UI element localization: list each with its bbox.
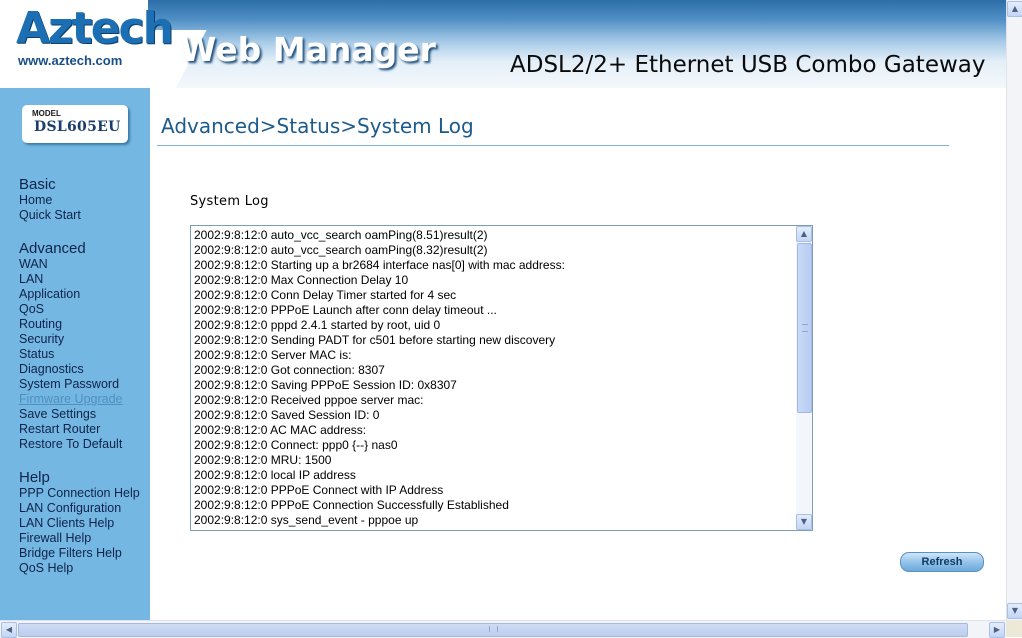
- model-badge: MODEL DSL605EU: [22, 105, 128, 143]
- sidebar-item-security[interactable]: Security: [19, 332, 123, 347]
- log-scrollbar[interactable]: ▲ ▼: [796, 226, 812, 530]
- arrow-left-icon[interactable]: ◀: [1, 622, 17, 638]
- log-line: 2002:9:8:12:0 auto_vcc_search oamPing(8.…: [194, 243, 488, 257]
- sidebar-item-status[interactable]: Status: [19, 347, 123, 362]
- log-line: 2002:9:8:12:0 PPPoE Launch after conn de…: [194, 303, 497, 317]
- logo: Aztech www.aztech.com: [0, 0, 174, 80]
- log-line: 2002:9:8:12:0 Max Connection Delay 10: [194, 273, 409, 287]
- log-lines: 2002:9:8:12:0 auto_vcc_search oamPing(8.…: [193, 228, 795, 528]
- brand-name: Aztech: [16, 3, 174, 54]
- nav-section-basic: Basic Home Quick Start: [19, 176, 81, 223]
- arrow-down-icon[interactable]: ▼: [1007, 603, 1022, 619]
- brand-url: www.aztech.com: [18, 53, 123, 68]
- log-line: 2002:9:8:12:0 Starting up a br2684 inter…: [194, 258, 565, 272]
- page-title: Advanced>Status>System Log: [161, 114, 474, 138]
- log-line: 2002:9:8:12:0 PPPoE Connection Successfu…: [194, 498, 509, 512]
- sidebar-item-quick-start[interactable]: Quick Start: [19, 208, 81, 223]
- sidebar-item-system-password[interactable]: System Password: [19, 377, 123, 392]
- arrow-up-icon[interactable]: ▲: [1007, 1, 1022, 17]
- sidebar: MODEL DSL605EU Basic Home Quick Start Ad…: [0, 88, 150, 620]
- sidebar-item-restore-to-default[interactable]: Restore To Default: [19, 437, 123, 452]
- system-log-textarea[interactable]: 2002:9:8:12:0 auto_vcc_search oamPing(8.…: [190, 225, 813, 531]
- log-line: 2002:9:8:12:0 AC MAC address:: [194, 423, 367, 437]
- log-line: 2002:9:8:12:0 Saving PPPoE Session ID: 0…: [194, 378, 457, 392]
- grip-icon: [489, 626, 498, 632]
- arrow-down-icon[interactable]: ▼: [796, 514, 812, 530]
- sidebar-item-restart-router[interactable]: Restart Router: [19, 422, 123, 437]
- log-line: 2002:9:8:12:0 auto_vcc_search oamPing(8.…: [194, 228, 488, 242]
- horizontal-scroll-thumb[interactable]: [18, 623, 968, 637]
- log-line: 2002:9:8:12:0 MRU: 1500: [194, 453, 332, 467]
- log-line: 2002:9:8:12:0 Server MAC is:: [194, 348, 352, 362]
- nav-section-help: Help PPP Connection Help LAN Configurati…: [19, 469, 140, 576]
- log-line: 2002:9:8:12:0 Saved Session ID: 0: [194, 408, 380, 422]
- sidebar-item-qos-help[interactable]: QoS Help: [19, 561, 140, 576]
- log-line: 2002:9:8:12:0 Got connection: 8307: [194, 363, 385, 377]
- sidebar-item-diagnostics[interactable]: Diagnostics: [19, 362, 123, 377]
- title-divider: [157, 145, 949, 146]
- nav-heading-help: Help: [19, 469, 50, 486]
- log-line: 2002:9:8:12:0 pppd 2.4.1 started by root…: [194, 318, 441, 332]
- log-line: 2002:9:8:12:0 Conn Delay Timer started f…: [194, 288, 457, 302]
- log-line: 2002:9:8:12:0 PPPoE Connect with IP Addr…: [194, 483, 444, 497]
- sidebar-item-bridge-filters-help[interactable]: Bridge Filters Help: [19, 546, 140, 561]
- arrow-up-icon[interactable]: ▲: [796, 226, 812, 242]
- refresh-button[interactable]: Refresh: [900, 552, 984, 572]
- sidebar-item-lan[interactable]: LAN: [19, 272, 123, 287]
- log-line: 2002:9:8:12:0 Sending PADT for c501 befo…: [194, 333, 556, 347]
- header-title: Web Manager: [180, 30, 436, 69]
- grip-icon: [802, 324, 808, 332]
- log-scroll-thumb[interactable]: [797, 243, 812, 413]
- header: Aztech www.aztech.com Web Manager ADSL2/…: [0, 0, 1006, 88]
- nav-heading-advanced: Advanced: [19, 240, 86, 257]
- log-line: 2002:9:8:12:0 local IP address: [194, 468, 356, 482]
- arrow-right-icon[interactable]: ▶: [989, 622, 1005, 638]
- log-line: 2002:9:8:12:0 sys_send_event - pppoe up: [194, 513, 419, 527]
- model-value: DSL605EU: [34, 119, 121, 135]
- sidebar-item-lan-clients-help[interactable]: LAN Clients Help: [19, 516, 140, 531]
- log-line: 2002:9:8:12:0 Received pppoe server mac:: [194, 393, 424, 407]
- window-horizontal-scrollbar[interactable]: ◀ ▶: [0, 620, 1006, 638]
- window-vertical-scrollbar[interactable]: ▲ ▼: [1006, 0, 1022, 620]
- model-label: MODEL: [32, 109, 61, 118]
- scrollbar-corner: [1006, 620, 1022, 637]
- sidebar-item-firmware-upgrade[interactable]: Firmware Upgrade: [19, 392, 123, 407]
- nav-heading-basic: Basic: [19, 176, 56, 193]
- nav-section-advanced: Advanced WAN LAN Application QoS Routing…: [19, 240, 123, 452]
- sidebar-item-home[interactable]: Home: [19, 193, 81, 208]
- sidebar-item-save-settings[interactable]: Save Settings: [19, 407, 123, 422]
- sidebar-item-qos[interactable]: QoS: [19, 302, 123, 317]
- log-line: 2002:9:8:12:0 Connect: ppp0 {--} nas0: [194, 438, 398, 452]
- sidebar-item-ppp-connection-help[interactable]: PPP Connection Help: [19, 486, 140, 501]
- main-content: Advanced>Status>System Log System Log 20…: [150, 88, 1006, 620]
- sidebar-item-wan[interactable]: WAN: [19, 257, 123, 272]
- section-label: System Log: [190, 194, 269, 209]
- sidebar-item-lan-configuration[interactable]: LAN Configuration: [19, 501, 140, 516]
- sidebar-item-routing[interactable]: Routing: [19, 317, 123, 332]
- sidebar-item-application[interactable]: Application: [19, 287, 123, 302]
- sidebar-item-firewall-help[interactable]: Firewall Help: [19, 531, 140, 546]
- header-product-name: ADSL2/2+ Ethernet USB Combo Gateway: [510, 52, 986, 78]
